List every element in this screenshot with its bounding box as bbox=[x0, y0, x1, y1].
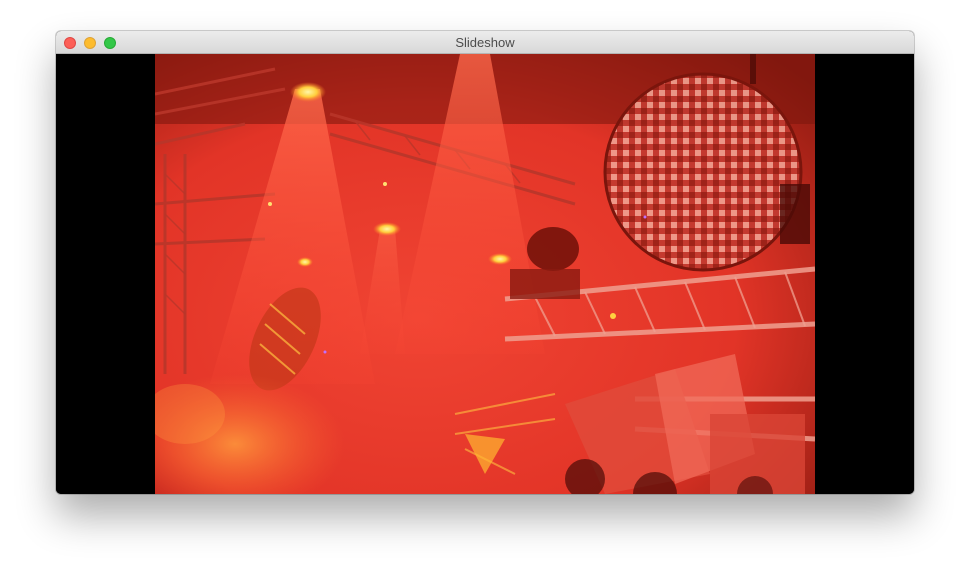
window-title: Slideshow bbox=[455, 35, 515, 50]
title-bar[interactable]: Slideshow bbox=[56, 31, 914, 54]
slide-photo bbox=[155, 54, 815, 494]
photo-stage-lights-icon bbox=[155, 54, 815, 494]
slideshow-window: Slideshow bbox=[56, 31, 914, 494]
slideshow-content[interactable] bbox=[56, 54, 914, 494]
